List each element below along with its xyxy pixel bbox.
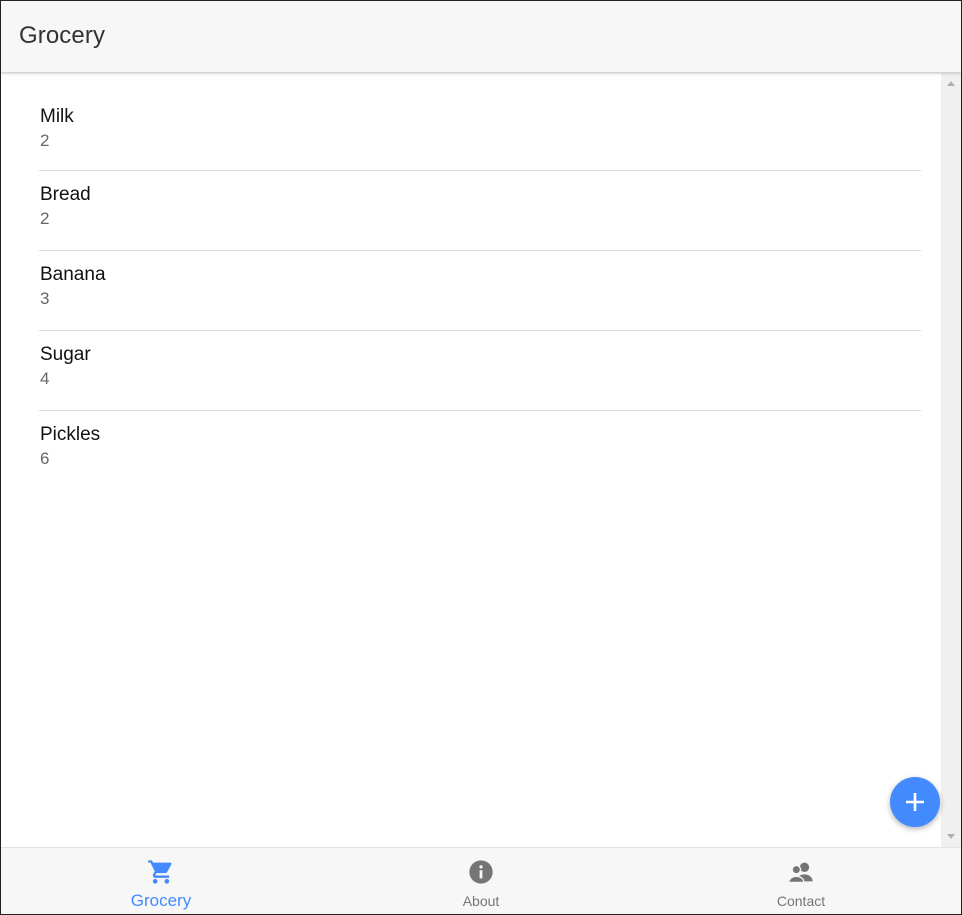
bottom-navigation: Grocery About Contact: [1, 847, 961, 914]
scroll-up-arrow-icon[interactable]: [947, 81, 955, 86]
app-header: Grocery: [1, 1, 961, 72]
item-name: Banana: [40, 264, 106, 285]
tab-grocery-label: Grocery: [130, 891, 192, 910]
list-item[interactable]: Banana 3: [39, 251, 921, 331]
page-title: Grocery: [19, 22, 106, 49]
item-quantity: 2: [40, 131, 50, 150]
item-name: Pickles: [40, 424, 101, 445]
item-name: Sugar: [40, 344, 91, 365]
item-quantity: 2: [40, 209, 50, 228]
grocery-list-view[interactable]: Milk 2 Bread 2 Banana 3 Sugar 4 Pickles …: [1, 73, 941, 847]
list-item[interactable]: Sugar 4: [39, 331, 921, 411]
item-quantity: 3: [40, 289, 50, 308]
list-item[interactable]: Milk 2: [39, 73, 921, 171]
info-icon: [469, 860, 493, 884]
grocery-list: Milk 2 Bread 2 Banana 3 Sugar 4 Pickles …: [39, 73, 921, 490]
list-item[interactable]: Bread 2: [39, 171, 921, 251]
item-quantity: 6: [40, 449, 50, 468]
cart-icon: [148, 860, 172, 884]
item-name: Bread: [40, 184, 91, 205]
plus-icon: [906, 793, 924, 811]
scroll-down-arrow-icon[interactable]: [947, 834, 955, 839]
tab-grocery[interactable]: Grocery: [1, 848, 321, 914]
tab-contact-label: Contact: [776, 893, 826, 909]
tab-about-label: About: [462, 893, 500, 909]
vertical-scrollbar[interactable]: [941, 73, 961, 847]
add-item-button[interactable]: [890, 777, 940, 827]
tab-about[interactable]: About: [321, 848, 641, 914]
contacts-icon: [788, 862, 813, 884]
app-window: Grocery Milk 2 Bread 2 Banana 3 Sugar 4 …: [0, 0, 962, 915]
list-item[interactable]: Pickles 6: [39, 411, 921, 490]
tab-contact[interactable]: Contact: [641, 848, 961, 914]
item-name: Milk: [40, 106, 74, 127]
item-quantity: 4: [40, 369, 50, 388]
